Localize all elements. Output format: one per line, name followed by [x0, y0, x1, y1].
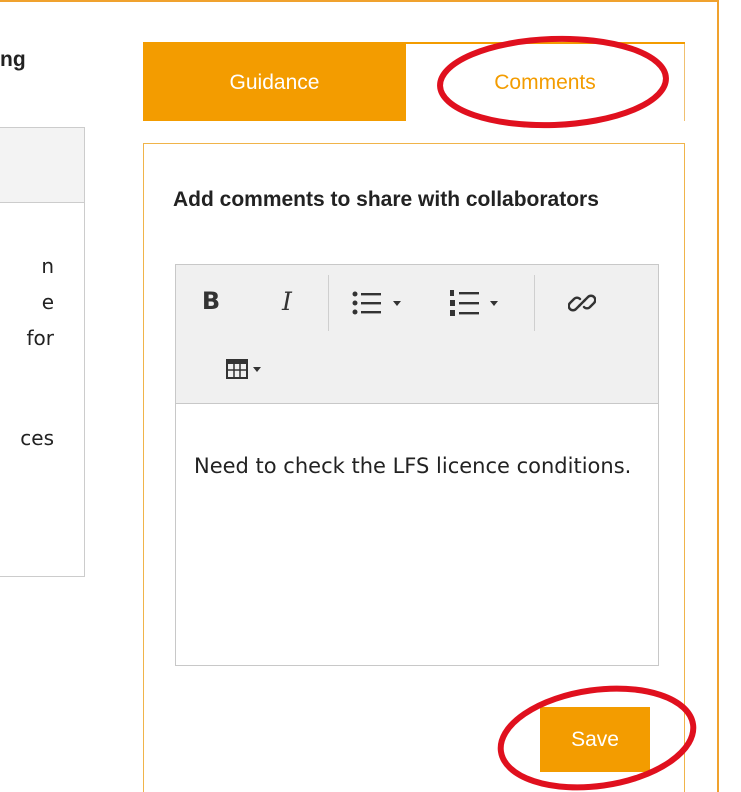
toolbar-separator [328, 275, 329, 331]
left-text-fragment: n [41, 254, 54, 278]
save-button[interactable]: Save [540, 707, 650, 772]
bullet-list-button[interactable] [341, 283, 411, 323]
tab-comments[interactable]: Comments [406, 44, 685, 121]
right-border-line [717, 0, 719, 792]
left-text-fragment: e [41, 290, 54, 314]
toolbar-separator [534, 275, 535, 331]
numbered-list-icon [449, 290, 479, 316]
bullet-list-icon [352, 291, 381, 315]
comments-title: Add comments to share with collaborators [173, 188, 599, 211]
comment-text: Need to check the LFS licence conditions… [194, 454, 632, 478]
left-heading-fragment: ng [0, 48, 26, 71]
tab-bar: Guidance Comments [143, 42, 685, 121]
italic-icon[interactable]: I [272, 281, 302, 321]
left-text-fragment: ces [20, 426, 54, 450]
link-button[interactable] [564, 283, 600, 323]
comments-panel: Add comments to share with collaborators… [143, 143, 685, 792]
left-text-fragment: for [26, 326, 55, 350]
link-icon [568, 294, 596, 312]
numbered-list-button[interactable] [438, 283, 508, 323]
chevron-down-icon [252, 366, 261, 372]
table-icon [225, 359, 248, 379]
top-border-line [0, 0, 719, 2]
comment-text-area[interactable]: Need to check the LFS licence conditions… [176, 404, 658, 482]
bold-icon[interactable]: B [196, 281, 226, 321]
chevron-down-icon [392, 300, 401, 306]
editor-toolbar: B I [176, 265, 658, 404]
tab-guidance[interactable]: Guidance [143, 44, 406, 121]
left-panel: n e for ces [0, 127, 85, 577]
rich-text-editor: B I Need to check the LFS licence condit… [175, 264, 659, 666]
chevron-down-icon [489, 300, 498, 306]
left-panel-header [0, 128, 84, 203]
table-button[interactable] [216, 349, 270, 389]
